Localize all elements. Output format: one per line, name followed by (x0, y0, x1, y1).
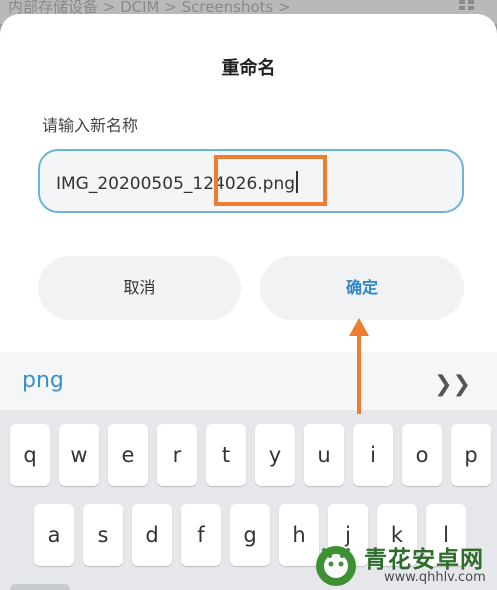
watermark-url: www.qhhlv.com (384, 570, 486, 585)
key-y[interactable]: y (255, 424, 295, 486)
dialog-title: 重命名 (221, 58, 276, 79)
key-s[interactable]: s (83, 504, 123, 566)
key-d[interactable]: d (132, 504, 172, 566)
key-p[interactable]: p (451, 424, 491, 486)
field-label: 请输入新名称 (42, 116, 139, 135)
watermark-title: 青花安卓网 (364, 547, 484, 573)
key-a[interactable]: a (34, 504, 74, 566)
shift-key[interactable] (10, 584, 70, 590)
confirm-button[interactable]: 确定 (260, 256, 464, 320)
key-w[interactable]: w (59, 424, 99, 486)
double-chevron-right-icon[interactable]: ❯❯ (434, 372, 471, 397)
suggestion-bar: png ❯❯ (0, 352, 497, 410)
annotation-arrow-icon (349, 318, 369, 414)
key-r[interactable]: r (157, 424, 197, 486)
site-watermark: 青花安卓网 www.qhhlv.com (310, 538, 497, 590)
key-g[interactable]: g (230, 504, 270, 566)
key-t[interactable]: t (206, 424, 246, 486)
suggestion-word[interactable]: png (22, 368, 64, 393)
cancel-button[interactable]: 取消 (38, 256, 241, 320)
watermark-logo-icon (316, 546, 356, 586)
key-q[interactable]: q (10, 424, 50, 486)
key-o[interactable]: o (402, 424, 442, 486)
key-f[interactable]: f (181, 504, 221, 566)
key-e[interactable]: e (108, 424, 148, 486)
grid-icon (459, 0, 475, 10)
key-i[interactable]: i (353, 424, 393, 486)
highlight-box (214, 155, 327, 206)
key-u[interactable]: u (304, 424, 344, 486)
